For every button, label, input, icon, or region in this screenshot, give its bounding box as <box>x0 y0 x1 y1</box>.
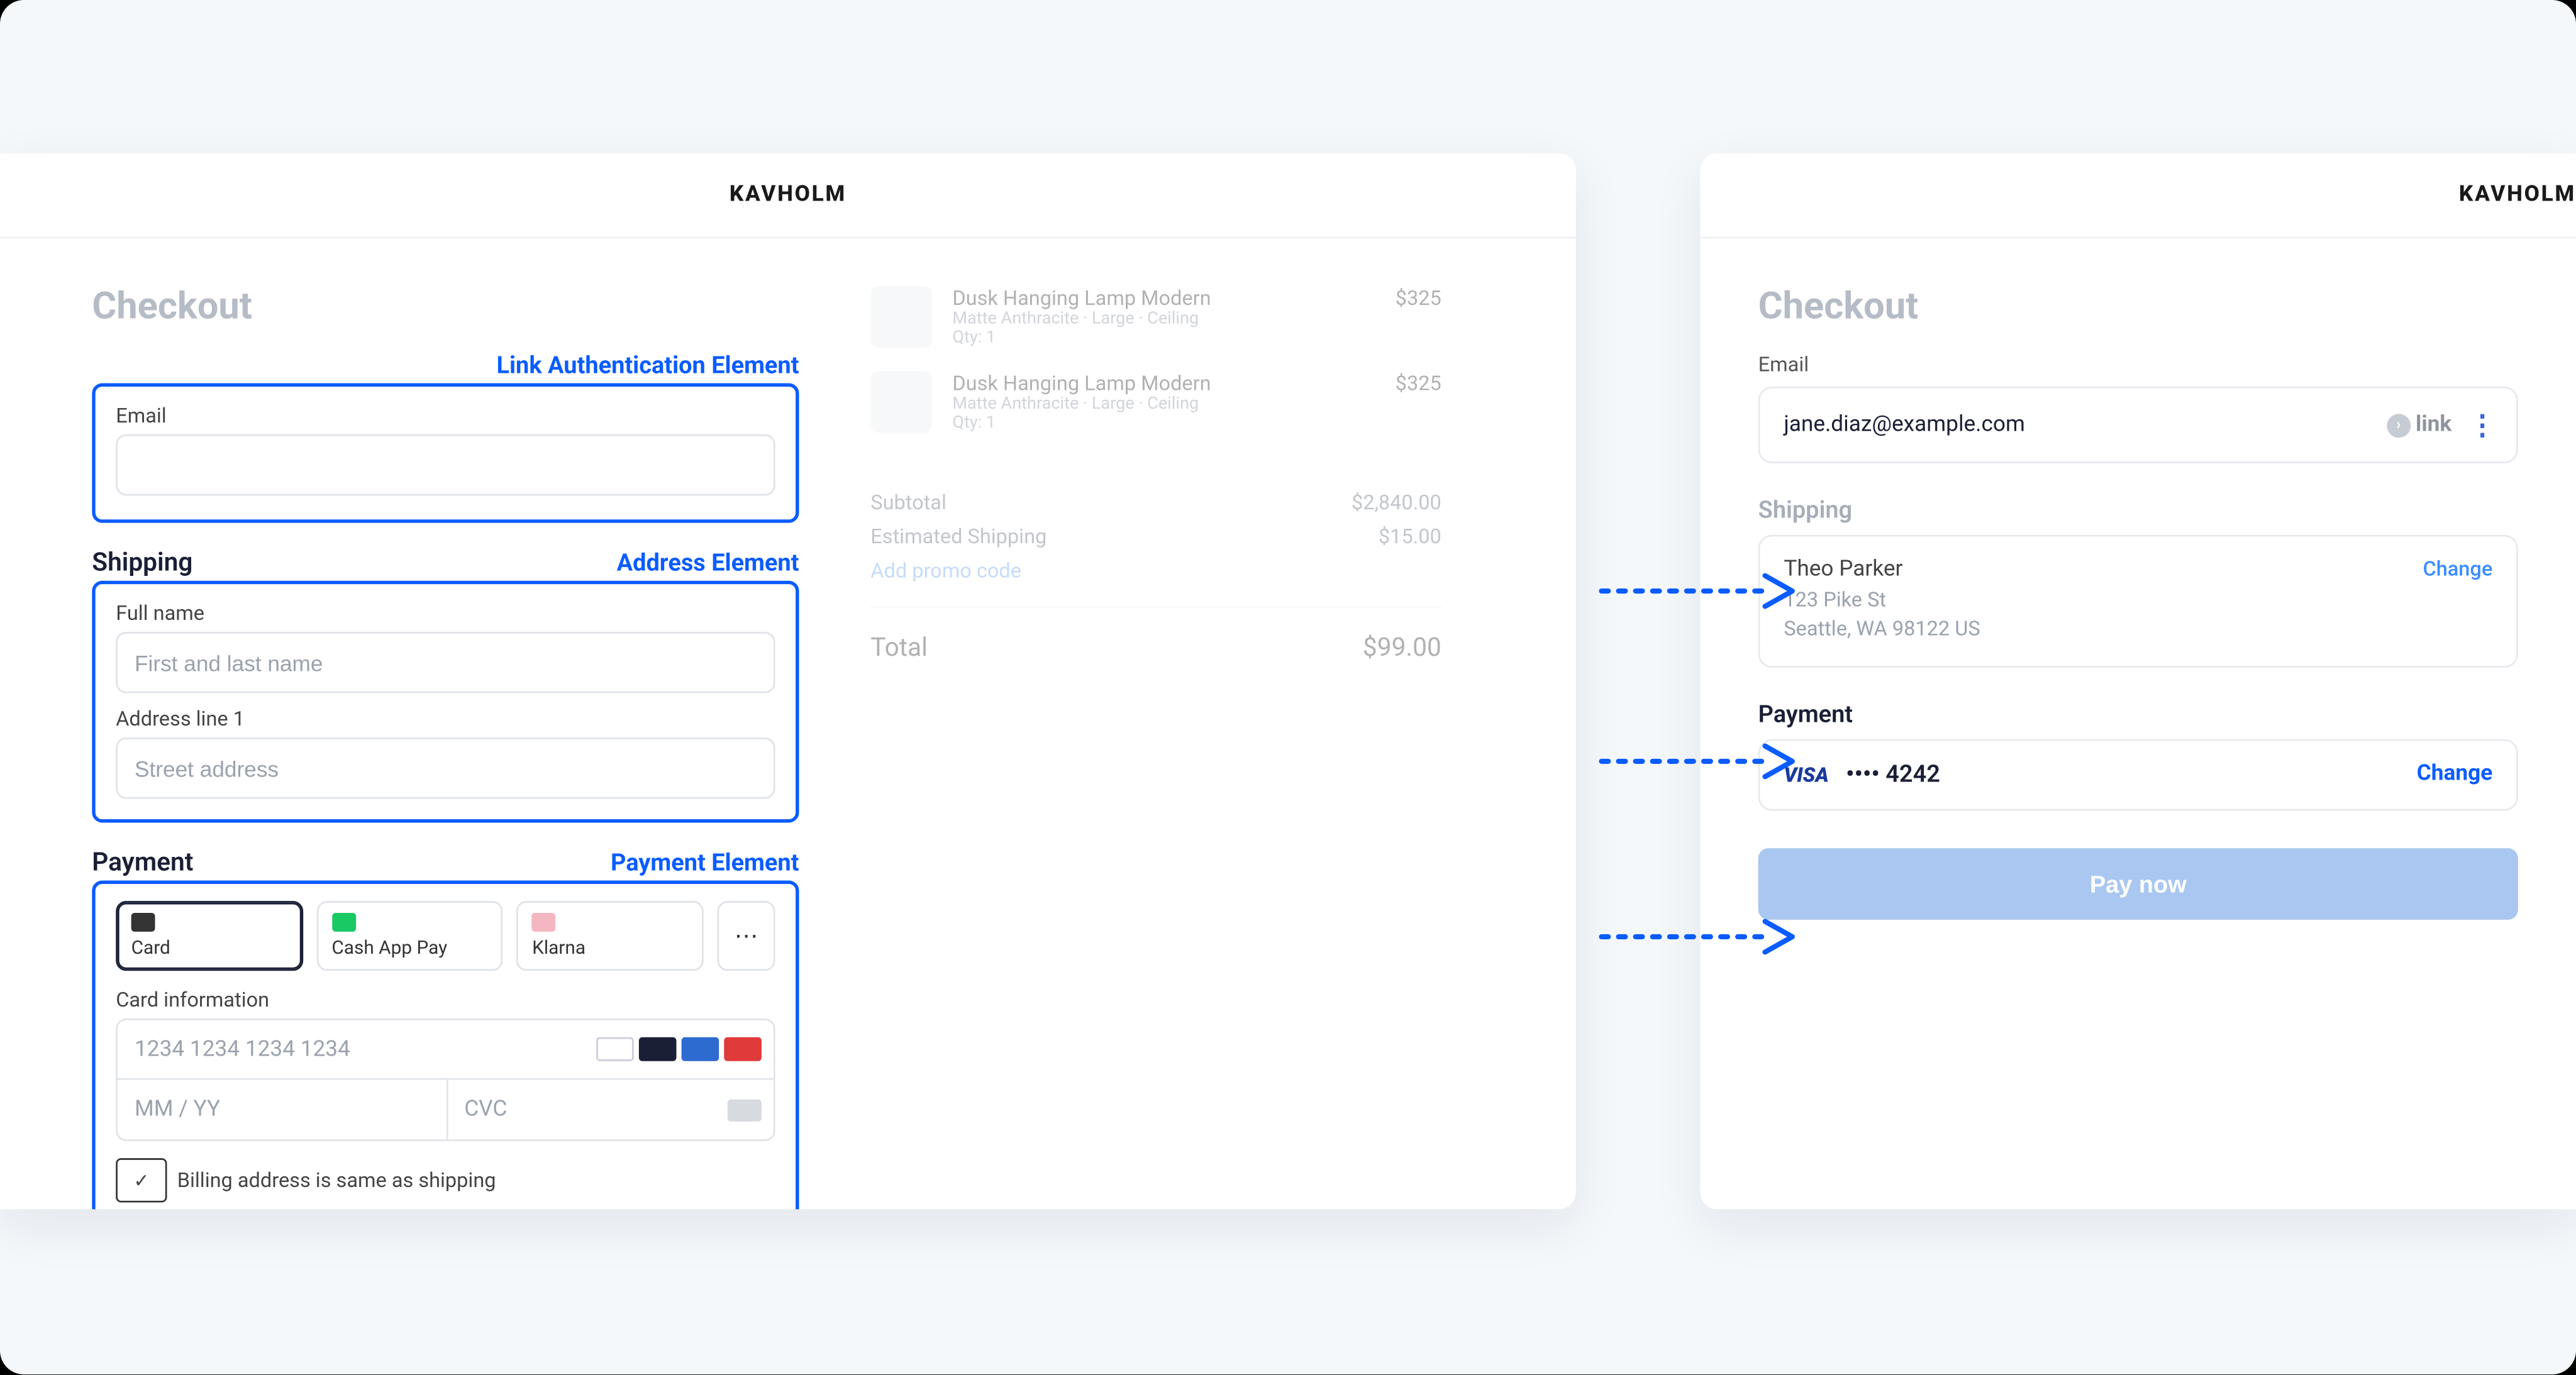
amex-icon <box>682 1037 719 1061</box>
flow-arrow-icon <box>1601 741 1797 744</box>
payment-method-label: Cash App Pay <box>331 937 487 959</box>
payment-heading: Payment <box>92 847 193 878</box>
email-label: Email <box>1758 353 2518 377</box>
checkout-form-after: KAVHOLM Checkout Email jane.diaz@example… <box>1701 153 2576 1210</box>
change-payment-link[interactable]: Change <box>2417 762 2493 788</box>
saved-card[interactable]: VISA •••• 4242 Change <box>1758 739 2518 811</box>
shipping-line2: Seattle, WA 98122 US <box>1784 616 2406 645</box>
shipping-heading: Shipping <box>1758 497 2518 524</box>
address1-input[interactable] <box>116 737 775 799</box>
line-item: Dusk Hanging Lamp Modern Matte Anthracit… <box>870 372 1441 433</box>
payment-method-klarna[interactable]: Klarna <box>517 901 704 971</box>
brand-logo: KAVHOLM <box>1701 153 2576 238</box>
email-value: jane.diaz@example.com <box>1784 412 2370 438</box>
payment-method-card[interactable]: Card <box>116 901 303 971</box>
link-menu-icon[interactable]: ⋮ <box>2468 409 2492 441</box>
visa-icon <box>596 1037 634 1061</box>
page-title: Checkout <box>1758 287 2518 329</box>
klarna-icon <box>532 913 556 932</box>
flow-arrow-icon <box>1601 571 1797 574</box>
card-masked: •••• 4242 <box>1846 761 2400 788</box>
link-icon: › <box>2387 413 2411 437</box>
link-auth-element-label: Link Authentication Element <box>497 353 799 380</box>
card-cvc-input[interactable]: CVC <box>445 1080 775 1142</box>
address-element-label: Address Element <box>617 550 799 577</box>
email-label: Email <box>116 404 775 428</box>
add-promo-link[interactable]: Add promo code <box>870 559 1441 583</box>
flow-arrow-icon <box>1601 917 1797 920</box>
check-icon: ✓ <box>116 1159 167 1203</box>
payment-heading: Payment <box>1758 702 2518 729</box>
product-thumb <box>870 372 932 433</box>
shipping-heading: Shipping <box>92 547 192 578</box>
card-expiry-input[interactable]: MM / YY <box>116 1080 445 1142</box>
product-thumb <box>870 287 932 348</box>
page-title: Checkout <box>92 287 799 329</box>
cardinfo-label: Card information <box>116 988 775 1012</box>
email-display[interactable]: jane.diaz@example.com › link ⋮ <box>1758 387 2518 463</box>
same-billing-label: Billing address is same as shipping <box>177 1169 496 1193</box>
cvc-icon <box>728 1100 762 1122</box>
cashapp-icon <box>331 913 355 932</box>
brand-logo: KAVHOLM <box>0 153 1576 238</box>
payment-method-label: Klarna <box>532 937 688 959</box>
fullname-label: Full name <box>116 602 775 626</box>
unionpay-icon <box>724 1037 762 1061</box>
email-input[interactable] <box>116 434 775 496</box>
change-shipping-link[interactable]: Change <box>2423 557 2492 581</box>
mastercard-icon <box>639 1037 677 1061</box>
card-icon <box>131 913 155 932</box>
fullname-input[interactable] <box>116 632 775 693</box>
shipping-name: Theo Parker <box>1784 557 2406 583</box>
card-number-placeholder: 1234 1234 1234 1234 <box>135 1037 350 1063</box>
more-icon: ⋯ <box>735 922 758 949</box>
order-summary: Dusk Hanging Lamp Modern Matte Anthracit… <box>870 287 1441 1210</box>
shipping-line1: 123 Pike St <box>1784 586 2406 616</box>
payment-element-label: Payment Element <box>611 850 799 877</box>
same-billing-checkbox[interactable]: ✓ Billing address is same as shipping <box>116 1159 775 1203</box>
address1-label: Address line 1 <box>116 707 775 731</box>
checkout-form-before: KAVHOLM Checkout Link Authentication Ele… <box>0 153 1576 1210</box>
link-badge: › link <box>2387 412 2451 438</box>
payment-method-label: Card <box>131 937 287 959</box>
payment-method-cashapp[interactable]: Cash App Pay <box>316 901 503 971</box>
pay-now-button[interactable]: Pay now <box>1758 848 2518 920</box>
payment-method-more[interactable]: ⋯ <box>718 901 775 971</box>
line-item: Dusk Hanging Lamp Modern Matte Anthracit… <box>870 287 1441 348</box>
